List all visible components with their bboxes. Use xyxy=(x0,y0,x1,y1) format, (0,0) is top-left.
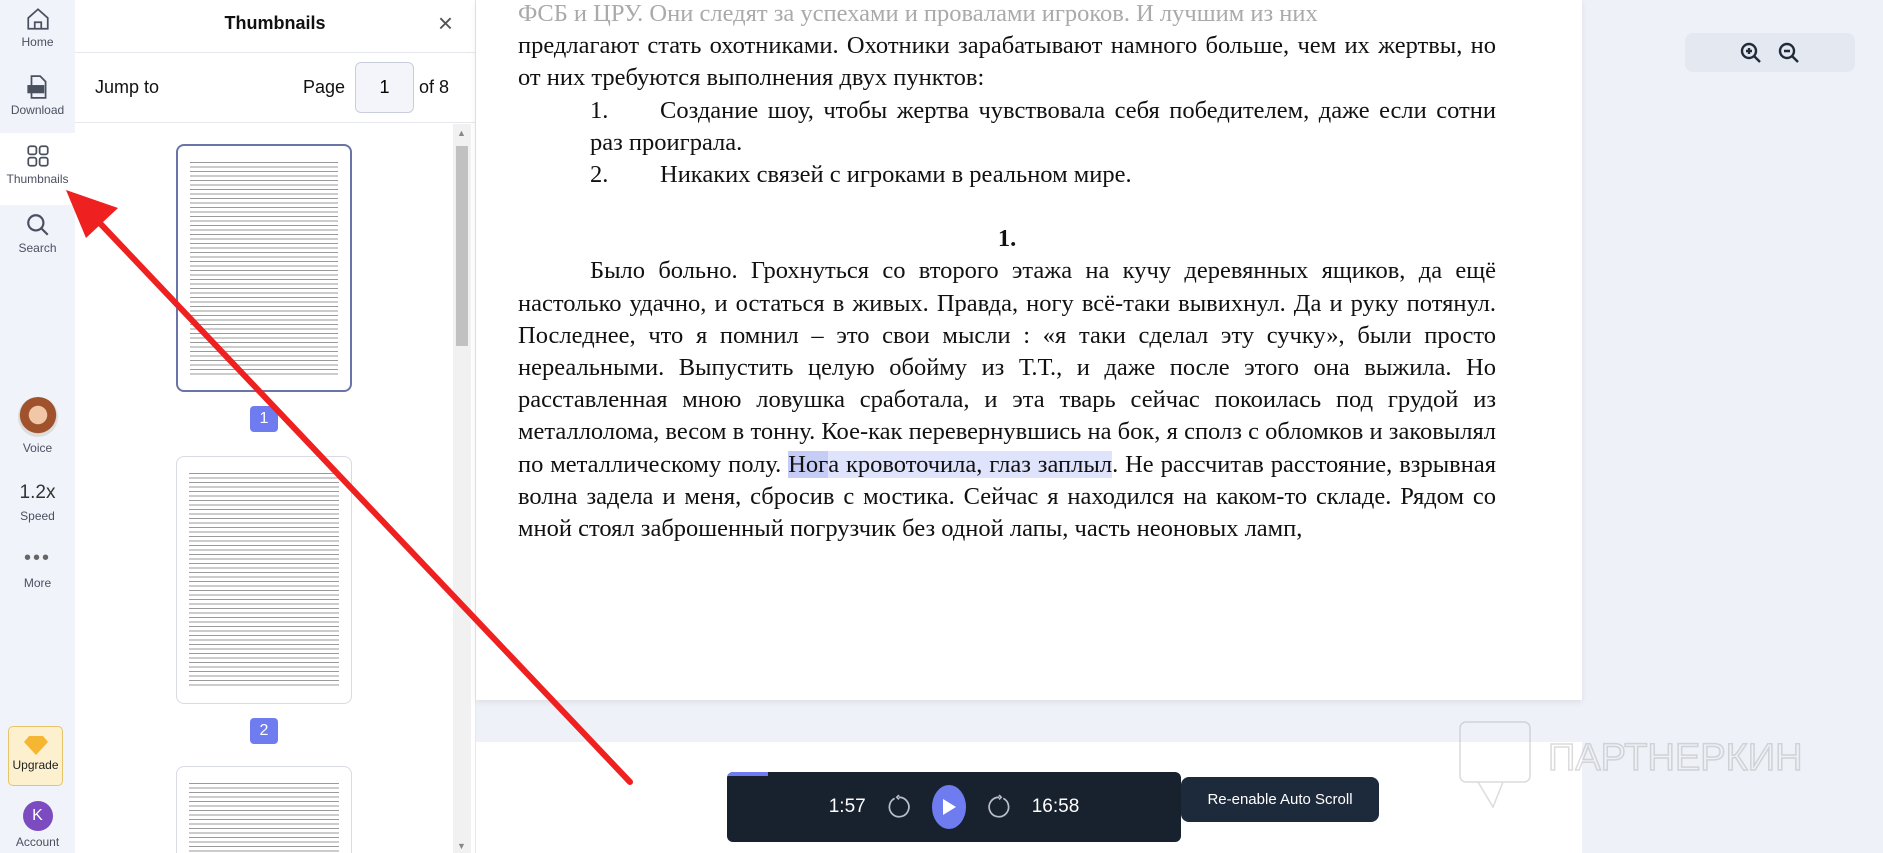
thumbnails-scrollbar[interactable]: ▲ ▼ xyxy=(453,124,471,853)
zoom-controls xyxy=(1685,33,1855,72)
audio-player: 1:57 16:58 xyxy=(727,772,1181,842)
sidebar-item-search[interactable]: Search xyxy=(0,212,75,264)
thumbnail-page-2[interactable] xyxy=(176,456,352,704)
zoom-in-icon[interactable] xyxy=(1739,41,1763,65)
text-line: ФСБ и ЦРУ. Они следят за успехами и пров… xyxy=(518,0,1318,27)
sidebar: Home Download Thumbnails Search Voice 1.… xyxy=(0,0,75,853)
sidebar-item-more[interactable]: ••• More xyxy=(0,547,75,595)
voice-avatar xyxy=(17,397,58,437)
sidebar-item-label: Search xyxy=(18,241,57,255)
sidebar-item-account[interactable]: K Account xyxy=(0,801,75,853)
zoom-out-icon[interactable] xyxy=(1777,41,1801,65)
page-count: of 8 xyxy=(419,77,450,97)
sidebar-item-speed[interactable]: 1.2x Speed xyxy=(0,482,75,527)
paragraph: предлагают стать охотниками. Охотники за… xyxy=(518,32,1496,92)
more-dots-icon: ••• xyxy=(23,547,51,569)
account-avatar: K xyxy=(22,801,53,831)
list-item: 2. Никаких связей с игроками в реальном м… xyxy=(590,161,1132,189)
thumbnails-panel: Thumbnails × Jump to Page of 8 1 2 ▲▼ xyxy=(75,0,476,853)
current-sentence-highlight: а кровоточила, глаз заплыл xyxy=(828,450,1113,478)
sidebar-item-label: Speed xyxy=(20,509,55,523)
jump-to-label: Jump to xyxy=(95,77,160,97)
sidebar-item-label: Voice xyxy=(22,441,53,455)
home-icon xyxy=(26,8,49,30)
search-icon xyxy=(26,214,49,236)
paragraph: Было больно. Грохнуться со второго этажа… xyxy=(518,257,1496,543)
play-icon xyxy=(942,799,956,815)
playback-progress[interactable] xyxy=(727,772,768,776)
watermark-logo: ПАРТНЕРКИН xyxy=(1458,720,1838,815)
grid-icon xyxy=(26,145,49,167)
sidebar-item-home[interactable]: Home xyxy=(0,6,75,58)
sidebar-item-label: Download xyxy=(10,103,65,117)
current-word-highlight: Ног xyxy=(788,450,829,478)
play-button[interactable] xyxy=(931,785,966,829)
document-page: ФСБ и ЦРУ. Они следят за успехами и пров… xyxy=(476,0,1582,700)
mp3-file-icon xyxy=(26,75,46,99)
thumbnail-page-1[interactable] xyxy=(176,144,352,392)
page-number-input[interactable] xyxy=(355,62,414,113)
sidebar-item-voice[interactable]: Voice xyxy=(0,397,75,457)
sidebar-item-thumbnails[interactable]: Thumbnails xyxy=(0,133,75,205)
sidebar-item-label: Home xyxy=(21,35,54,49)
sidebar-item-download[interactable]: Download xyxy=(0,74,75,126)
sidebar-item-label: Thumbnails xyxy=(6,172,69,186)
upgrade-button[interactable]: Upgrade xyxy=(8,726,63,786)
thumbnail-badge: 1 xyxy=(250,406,278,432)
sidebar-item-label: Account xyxy=(15,835,60,849)
rewind-icon[interactable] xyxy=(886,794,912,820)
speed-value: 1.2x xyxy=(19,482,56,503)
total-time: 16:58 xyxy=(1031,796,1080,817)
thumbnail-badge: 2 xyxy=(250,718,278,744)
forward-icon[interactable] xyxy=(986,794,1012,820)
re-enable-auto-scroll-button[interactable]: Re-enable Auto Scroll xyxy=(1181,777,1379,822)
diamond-icon xyxy=(23,736,48,755)
sidebar-item-label: More xyxy=(23,576,52,590)
svg-text:ПАРТНЕРКИН: ПАРТНЕРКИН xyxy=(1548,737,1803,779)
page-label: Page xyxy=(303,77,346,97)
chapter-heading: 1. xyxy=(997,225,1017,253)
elapsed-time: 1:57 xyxy=(828,796,866,817)
list-item: 1. Создание шоу, чтобы жертва чувствовала… xyxy=(590,96,1496,156)
sidebar-item-label: Upgrade xyxy=(12,758,59,772)
thumbnail-page-3[interactable] xyxy=(176,766,352,853)
close-icon[interactable]: × xyxy=(438,0,453,46)
panel-title: Thumbnails xyxy=(224,13,326,33)
